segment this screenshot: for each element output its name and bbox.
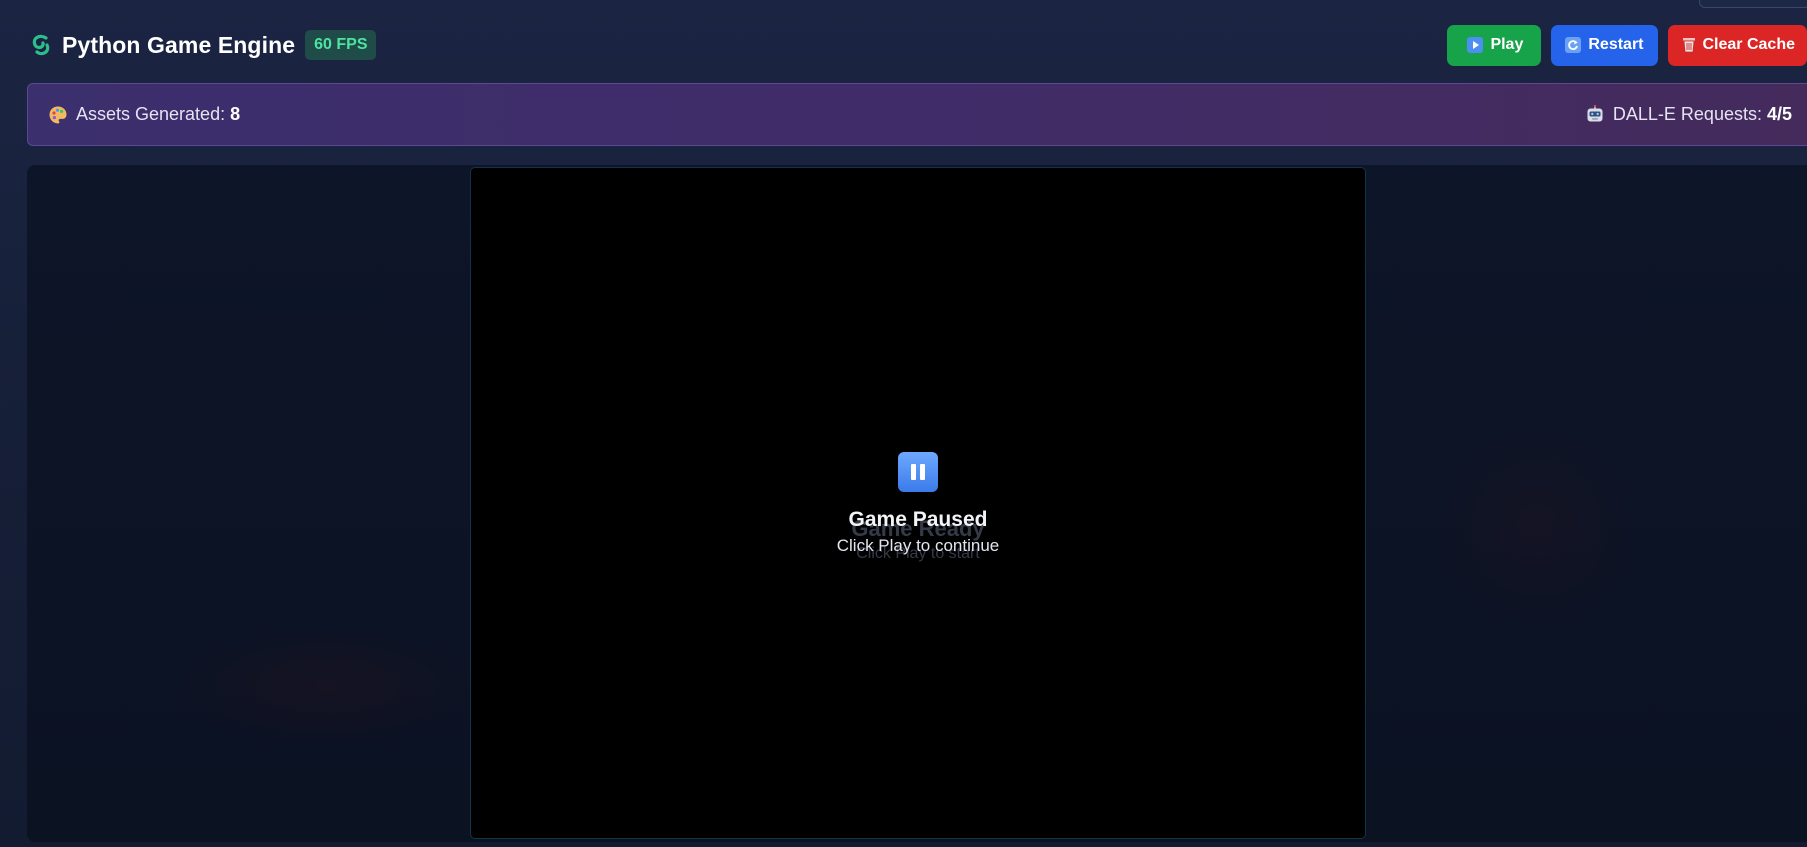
dalle-requests-value: 4/5 [1766, 104, 1792, 124]
pause-overlay: Game Paused Click Play to continue [471, 452, 1365, 556]
dalle-requests-stat: DALL-E Requests: 4/5 [1585, 104, 1792, 125]
clear-cache-button-label: Clear Cache [1702, 36, 1796, 53]
trash-icon [1682, 37, 1696, 53]
play-icon [1467, 37, 1484, 53]
app-title: Python Game Engine [62, 31, 296, 58]
brand: Python Game Engine 60 FPS [28, 30, 377, 60]
fps-badge: 60 FPS [305, 30, 377, 60]
assets-generated-stat: Assets Generated: 8 [48, 104, 240, 125]
snake-icon [28, 32, 54, 58]
pause-icon [898, 452, 938, 492]
game-canvas[interactable]: Game Ready Click Play to start Game Paus… [470, 167, 1366, 839]
assets-generated-value: 8 [230, 104, 241, 124]
window-corner-tab [1699, 0, 1807, 8]
palette-icon [48, 105, 68, 125]
play-button-label: Play [1490, 36, 1524, 53]
assets-generated-label: Assets Generated: [76, 104, 226, 124]
dalle-requests-label: DALL-E Requests: [1612, 104, 1762, 124]
generation-stats-bar: Assets Generated: 8 DALL-E Requests: 4/5 [27, 83, 1807, 146]
restart-button[interactable]: Restart [1551, 24, 1658, 66]
refresh-icon [1565, 37, 1582, 53]
clear-cache-button[interactable]: Clear Cache [1667, 24, 1807, 66]
robot-icon [1585, 104, 1605, 125]
paused-title: Game Paused [848, 508, 988, 531]
restart-button-label: Restart [1588, 36, 1644, 53]
paused-subtitle: Click Play to continue [836, 536, 1000, 555]
game-stage: Game Ready Click Play to start Game Paus… [27, 165, 1807, 842]
play-button[interactable]: Play [1447, 24, 1542, 66]
toolbar-actions: Play Restart Clear Cache [1447, 24, 1807, 66]
top-bar: Python Game Engine 60 FPS Play Restart C… [28, 24, 1807, 66]
